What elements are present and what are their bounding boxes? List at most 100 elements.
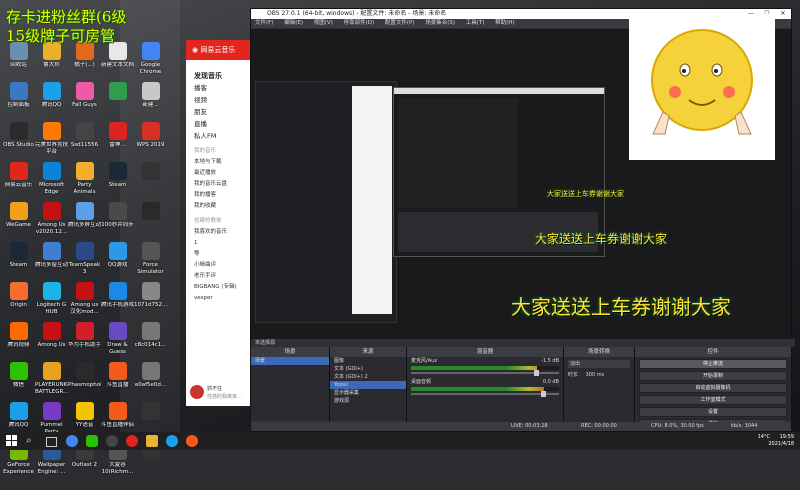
volume-knob[interactable] <box>541 391 547 397</box>
desktop-icon-label: 雷神... <box>109 142 126 148</box>
windows-start-icon[interactable] <box>6 435 18 447</box>
menu-edit[interactable]: 编辑(E) <box>284 20 303 26</box>
netease-my-music-item[interactable]: 最近播放 <box>186 168 250 179</box>
netease-playlist-item[interactable]: vesper <box>186 293 250 304</box>
netease-section-title: 创建的歌单 <box>194 218 222 224</box>
stop-streaming-button[interactable]: 停止推流 <box>639 359 787 369</box>
wechat-icon[interactable] <box>86 435 98 447</box>
desktop-app-icon <box>141 322 160 340</box>
netease-nav-item[interactable]: 播客 <box>186 82 250 94</box>
netease-playlist-item[interactable]: 1 <box>186 238 250 249</box>
tray-clock[interactable]: 19:59 2021/4/18 <box>768 434 794 447</box>
desktop-icon-label: 1071d752... <box>134 302 167 308</box>
desktop-app-icon <box>108 322 127 340</box>
netease-user-bar[interactable]: 抓不住 性感的我离家... <box>186 382 250 404</box>
netease-nav-item[interactable]: 私人FM <box>186 130 250 142</box>
avatar[interactable] <box>190 385 204 399</box>
netease-my-music-item[interactable]: 我的音乐云盘 <box>186 179 250 190</box>
volume-knob[interactable] <box>533 370 539 376</box>
chrome-icon[interactable] <box>66 435 78 447</box>
source-item[interactable]: 图像 <box>330 357 406 365</box>
desktop-icon-label: 微信 <box>12 382 24 388</box>
netease-my-music-item[interactable]: 我的播客 <box>186 190 250 201</box>
start-recording-button[interactable]: 开始录制 <box>639 371 787 381</box>
menu-help[interactable]: 帮助(H) <box>495 20 514 26</box>
studio-mode-button[interactable]: 工作室模式 <box>639 395 787 405</box>
desktop-app-icon <box>141 122 160 140</box>
desktop-icon-label: WPS 2019 <box>136 142 165 148</box>
preview-nested-obs-titlebar <box>394 88 604 94</box>
mixer-dock: 混音器 麦克风/Aux -1.5 dB 桌面音频 0.0 dB <box>407 347 564 431</box>
desktop-icon-label: OBS Studio <box>3 142 34 148</box>
system-tray[interactable]: 14°C 19:59 2021/4/18 <box>758 434 794 448</box>
desktop-icon-label: 完美世界竞技平台 <box>35 142 68 155</box>
netease-my-music-item[interactable]: 本地与下载 <box>186 157 250 168</box>
menu-tools[interactable]: 工具(T) <box>466 20 485 26</box>
search-icon[interactable]: ⌕ <box>26 435 38 447</box>
status-kbps: kb/s: 3044 <box>731 423 758 429</box>
source-status: 未选择源 <box>255 340 276 346</box>
desktop-icon-label: Origin <box>10 302 27 308</box>
source-item[interactable]: 文本 (GDI+) 2 <box>330 373 406 381</box>
desktop-icon-label: PLAYERUNKNOWN'S BATTLEGR... <box>35 382 68 395</box>
netease-playlist-item[interactable]: 我喜欢的音乐 <box>186 227 250 238</box>
mixer-channel-name: 麦克风/Aux <box>411 358 438 364</box>
settings-button[interactable]: 设置 <box>639 407 787 417</box>
menu-docks[interactable]: 停靠部件(D) <box>344 20 375 26</box>
source-item[interactable]: 游戏源 <box>330 397 406 405</box>
desktop-icon-label: 腾讯QQ <box>8 422 29 428</box>
transition-select[interactable]: 淡出 <box>568 360 630 368</box>
desktop-app-icon <box>141 162 160 180</box>
tray-time: 19:59 <box>779 434 794 440</box>
desktop-icon-label: Fall Guys <box>72 102 97 108</box>
desktop-icon-label: 控制面板 <box>7 102 30 108</box>
volume-slider[interactable] <box>411 391 559 397</box>
emoji-sticker <box>629 14 775 160</box>
virtual-camera-button[interactable]: 启动虚拟摄像机 <box>639 383 787 393</box>
netease-playlist-item[interactable]: 小晰曲评 <box>186 260 250 271</box>
desktop-icon-label: 鲁大师 <box>43 62 60 68</box>
obs-icon[interactable] <box>106 435 118 447</box>
volume-slider[interactable] <box>411 370 559 376</box>
netease-icon[interactable] <box>126 435 138 447</box>
desktop-icon-label: Logitech G HUB <box>36 302 67 315</box>
douyu-icon[interactable] <box>186 435 198 447</box>
menu-file[interactable]: 文件(F) <box>255 20 273 26</box>
desktop-app-icon <box>42 242 61 260</box>
desktop-icon-label: c8c014c1... <box>134 342 167 348</box>
desktop-icon-label: 斗鱼直播伴侣 <box>101 422 134 428</box>
netease-nav-item[interactable]: 直播 <box>186 118 250 130</box>
desktop-app-icon <box>75 242 94 260</box>
menu-view[interactable]: 视图(V) <box>314 20 333 26</box>
netease-playlist-item[interactable]: 等 <box>186 249 250 260</box>
netease-playlist-item[interactable]: 老乐手评 <box>186 271 250 282</box>
scene-item[interactable]: 场景 <box>251 357 329 365</box>
transition-duration[interactable]: 300 ms <box>586 372 605 378</box>
source-item[interactable]: 显示器采集 <box>330 389 406 397</box>
netease-playlist-item[interactable]: BIGBANG (专辑) <box>186 282 250 293</box>
task-view-icon[interactable] <box>46 437 57 447</box>
qq-icon[interactable] <box>166 435 178 447</box>
netease-nav-item[interactable]: 视频 <box>186 94 250 106</box>
netease-nav-item[interactable]: 发现音乐 <box>186 70 250 82</box>
status-live: LIVE: 00:03:28 <box>511 423 548 429</box>
folder-icon[interactable] <box>146 435 158 447</box>
close-icon[interactable]: ✕ <box>775 9 791 19</box>
volume-meter-mask <box>536 366 559 370</box>
netease-section-title: 我的音乐 <box>194 148 217 154</box>
desktop-app-icon <box>141 282 160 300</box>
desktop-app-icon <box>141 402 160 420</box>
source-item[interactable]: Yoosii <box>330 381 406 389</box>
desktop-app-icon <box>9 282 28 300</box>
desktop-app-icon <box>9 202 28 220</box>
transition-duration-row: 时长 300 ms <box>564 371 634 379</box>
menu-profile[interactable]: 配置文件(P) <box>385 20 415 26</box>
desktop-icon-label: Force Simulator <box>137 262 164 275</box>
netease-window[interactable]: ◉ 网易云音乐 发现音乐 播客 视频 朋友 直播 私人FM 我的音乐 本地与下载… <box>186 40 250 406</box>
netease-nav-item[interactable]: 朋友 <box>186 106 250 118</box>
desktop-app-icon <box>141 202 160 220</box>
source-item[interactable]: 文本 (GDI+) <box>330 365 406 373</box>
desktop-icon-label: 腾讯QQ <box>41 102 62 108</box>
menu-scene-collection[interactable]: 场景集合(S) <box>425 20 455 26</box>
netease-my-music-item[interactable]: 我的收藏 <box>186 201 250 212</box>
